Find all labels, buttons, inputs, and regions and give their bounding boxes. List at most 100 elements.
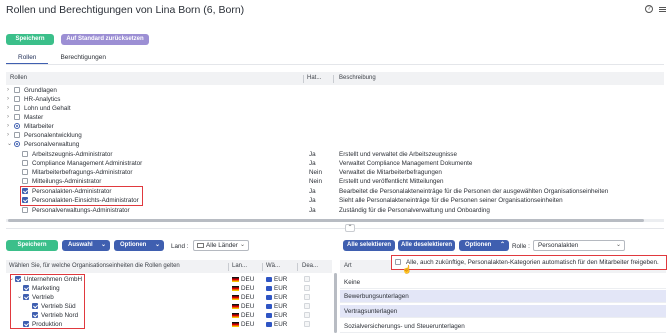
chevron-right-icon[interactable]: › <box>7 86 9 95</box>
flag-placeholder-icon <box>197 243 204 248</box>
vertical-scrollbar[interactable] <box>334 273 337 333</box>
dea-checkbox[interactable] <box>304 276 310 282</box>
chevron-up-icon: ⌃ <box>499 242 505 248</box>
tab-rollen[interactable]: Rollen <box>6 53 49 64</box>
rolle-select[interactable]: Personalakten ⌄ <box>533 240 625 251</box>
col-dea[interactable]: Dea... <box>302 263 318 269</box>
role-row[interactable]: Arbeitszeugnis-Administrator Ja Erstellt… <box>6 150 664 159</box>
role-label: Mitteilungs-Administrator <box>32 178 102 185</box>
role-partial-indicator[interactable] <box>14 141 20 147</box>
options-right-button[interactable]: Optionen ⌃ <box>459 240 509 251</box>
col-hat[interactable]: Hat... <box>307 75 321 81</box>
auto-assign-checkbox[interactable] <box>395 259 401 265</box>
role-row[interactable]: Personalverwaltungs-Administrator Ja Zus… <box>6 206 664 215</box>
role-label: Personalverwaltungs-Administrator <box>32 207 130 214</box>
dea-checkbox[interactable] <box>304 303 310 309</box>
org-unit-currency: EUR <box>274 303 288 310</box>
col-separator[interactable] <box>303 75 304 83</box>
horizontal-scrollbar[interactable] <box>6 219 664 222</box>
currency-icon <box>266 286 272 291</box>
role-hat: Ja <box>309 160 316 167</box>
role-hat: Ja <box>309 188 316 195</box>
role-hat: Ja <box>309 151 316 158</box>
role-checkbox[interactable] <box>14 105 20 111</box>
col-rollen[interactable]: Rollen <box>10 75 27 81</box>
tree-group-row[interactable]: › Personalentwicklung <box>6 131 664 140</box>
land-select[interactable]: Alle Länder ⌄ <box>193 240 249 251</box>
role-description: Verwaltet die Mitarbeiterbefragungen <box>339 169 442 176</box>
role-partial-indicator[interactable] <box>14 123 20 129</box>
auto-assign-option[interactable]: Alle, auch zukünftige, Personalakten-Kat… <box>391 255 667 270</box>
menu-icon[interactable] <box>659 6 666 13</box>
role-checkbox[interactable] <box>22 160 28 166</box>
col-separator[interactable] <box>297 263 298 271</box>
chevron-down-icon: ⌄ <box>154 242 160 248</box>
col-lang[interactable]: Lan... <box>232 263 247 269</box>
role-checkbox[interactable] <box>22 178 28 184</box>
role-checkbox[interactable] <box>22 169 28 175</box>
help-icon[interactable]: ? <box>645 5 653 13</box>
reset-defaults-button[interactable]: Auf Standard zurücksetzen <box>61 34 149 45</box>
selection-highlight <box>10 274 85 329</box>
role-checkbox[interactable] <box>22 207 28 213</box>
tree-group-row[interactable]: › Mitarbeiter <box>6 122 664 131</box>
tree-group-label: HR-Analytics <box>24 96 61 103</box>
role-row[interactable]: Compliance Management Administrator Ja V… <box>6 159 664 168</box>
col-org-name[interactable]: Wählen Sie, für welche Organisationseinh… <box>9 263 180 269</box>
tree-group-row[interactable]: › Grundlagen <box>6 86 664 95</box>
options-button[interactable]: Optionen ⌄ <box>114 240 164 251</box>
category-row[interactable]: Vertragsunterlagen <box>340 305 666 318</box>
category-row[interactable]: Keine <box>340 276 666 289</box>
tab-berechtigungen[interactable]: Berechtigungen <box>48 53 118 64</box>
tree-group-row[interactable]: › Master <box>6 113 664 122</box>
role-row[interactable]: Mitarbeiterbefragungs-Administrator Nein… <box>6 168 664 177</box>
rolle-select-value: Personalakten <box>538 242 579 249</box>
org-unit-lang: DEU <box>241 321 255 328</box>
chevron-right-icon[interactable]: › <box>7 131 9 140</box>
chevron-right-icon[interactable]: › <box>7 113 9 122</box>
flag-de-icon <box>232 277 239 282</box>
tab-divider <box>6 64 664 65</box>
role-row[interactable]: Mitteilungs-Administrator Nein Erstellt … <box>6 177 664 186</box>
chevron-up-icon[interactable]: ⌃ <box>345 224 355 232</box>
role-label: Compliance Management Administrator <box>32 160 143 167</box>
col-beschreibung[interactable]: Beschreibung <box>339 75 376 81</box>
scrollbar-thumb[interactable] <box>8 219 644 222</box>
dea-checkbox[interactable] <box>304 312 310 318</box>
auswahl-button[interactable]: Auswahl ⌄ <box>62 240 110 251</box>
col-separator[interactable] <box>333 75 334 83</box>
col-currency[interactable]: Wä... <box>266 263 280 269</box>
role-checkbox[interactable] <box>14 114 20 120</box>
chevron-down-icon: ⌄ <box>615 242 621 248</box>
select-all-button[interactable]: Alle selektieren <box>343 240 395 251</box>
chevron-right-icon[interactable]: › <box>7 104 9 113</box>
chevron-down-icon[interactable]: ⌄ <box>7 140 12 149</box>
category-row[interactable]: Bewerbungsunterlagen <box>340 290 666 303</box>
category-row[interactable]: Sozialversicherungs- und Steuerunterlage… <box>340 320 666 333</box>
role-checkbox[interactable] <box>22 151 28 157</box>
currency-icon <box>266 313 272 318</box>
dea-checkbox[interactable] <box>304 321 310 327</box>
role-checkbox[interactable] <box>14 132 20 138</box>
col-art[interactable]: Art <box>344 263 352 269</box>
dea-checkbox[interactable] <box>304 294 310 300</box>
tree-group-row[interactable]: › HR-Analytics <box>6 95 664 104</box>
org-unit-lang: DEU <box>241 285 255 292</box>
role-checkbox[interactable] <box>14 96 20 102</box>
role-checkbox[interactable] <box>14 87 20 93</box>
role-hat: Nein <box>309 178 322 185</box>
chevron-right-icon[interactable]: › <box>7 122 9 131</box>
col-separator[interactable] <box>228 263 229 271</box>
options-right-label: Optionen <box>465 242 492 248</box>
org-unit-currency: EUR <box>274 276 288 283</box>
chevron-right-icon[interactable]: › <box>7 95 9 104</box>
save-button[interactable]: Speichern <box>6 34 54 45</box>
tree-group-row[interactable]: ⌄ Personalverwaltung <box>6 140 664 149</box>
tree-group-row[interactable]: › Lohn und Gehalt <box>6 104 664 113</box>
org-unit-lang: DEU <box>241 276 255 283</box>
col-separator[interactable] <box>262 263 263 271</box>
deselect-all-button[interactable]: Alle deselektieren <box>398 240 455 251</box>
save-assignments-button[interactable]: Speichern <box>6 240 58 251</box>
tree-group-label: Personalverwaltung <box>24 141 80 148</box>
dea-checkbox[interactable] <box>304 285 310 291</box>
